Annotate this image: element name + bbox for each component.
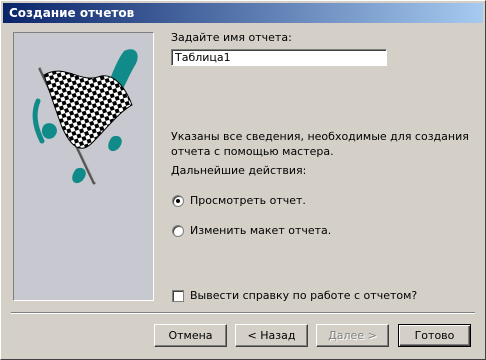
finish-button[interactable]: Готово	[398, 324, 471, 347]
finish-button-label: Готово	[414, 329, 455, 342]
checkered-flag-icon	[32, 49, 138, 185]
window-title: Создание отчетов	[9, 6, 135, 20]
radio-button-selected[interactable]	[172, 194, 184, 207]
back-button[interactable]: < Назад	[235, 324, 308, 347]
separator-line	[11, 312, 475, 314]
back-button-label: < Назад	[247, 329, 296, 342]
wizard-illustration	[13, 32, 154, 301]
help-checkbox-label: Вывести справку по работе с отчетом?	[190, 289, 418, 302]
help-checkbox[interactable]	[172, 289, 184, 302]
radio-preview-report[interactable]: Просмотреть отчет.	[172, 194, 306, 207]
radio-modify-layout[interactable]: Изменить макет отчета.	[172, 224, 331, 237]
report-name-label: Задайте имя отчета:	[171, 31, 292, 44]
radio-label-modify: Изменить макет отчета.	[190, 224, 332, 237]
radio-button[interactable]	[172, 224, 184, 237]
next-button[interactable]: Далее >	[316, 324, 389, 347]
next-button-label: Далее >	[328, 329, 377, 342]
help-checkbox-row[interactable]: Вывести справку по работе с отчетом?	[172, 289, 417, 302]
radio-label-preview: Просмотреть отчет.	[190, 194, 306, 207]
report-name-input[interactable]	[171, 49, 387, 66]
info-text-line1: Указаны все сведения, необходимые для со…	[171, 130, 469, 143]
cancel-button-label: Отмена	[168, 329, 213, 342]
cancel-button[interactable]: Отмена	[154, 324, 227, 347]
report-wizard-window: Создание отчетов Задайте имя отчета: Таб…	[0, 0, 486, 360]
info-text-line2: отчета с помощью мастера.	[171, 145, 334, 158]
next-actions-label: Дальнейшие действия:	[171, 164, 307, 177]
title-bar[interactable]: Создание отчетов	[3, 3, 483, 23]
